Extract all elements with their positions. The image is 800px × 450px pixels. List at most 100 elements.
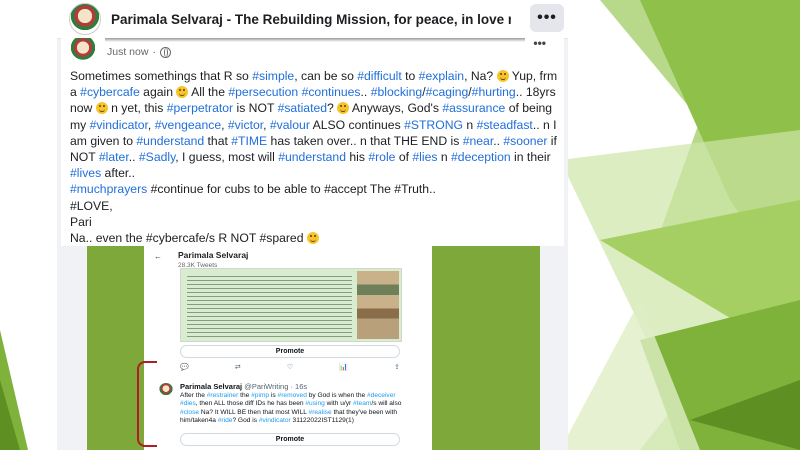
text-run: #continue for cubs to be able to #accept…: [147, 182, 436, 197]
hashtag-link[interactable]: #vindicator: [90, 118, 148, 132]
text-run: of: [395, 150, 413, 165]
hashtag-link[interactable]: #understand: [278, 150, 346, 164]
analytics-icon: 📊: [339, 364, 348, 371]
hashtag-link[interactable]: #understand: [136, 134, 204, 148]
hashtag-link[interactable]: #victor: [228, 118, 263, 132]
hashtag-link[interactable]: #vindicator: [259, 417, 291, 424]
text-run: ALSO continues: [309, 117, 405, 132]
post-text: Sometimes somethings that R so #simple , …: [70, 68, 560, 246]
post-timestamp[interactable]: Just now: [107, 46, 148, 58]
hashtag-link[interactable]: #close: [180, 409, 199, 416]
text-run: , Na?: [464, 69, 497, 83]
post-paragraph: #LOVE,: [70, 198, 560, 214]
post-paragraph: Na.. even the #cybercafe/s R NOT #spared: [70, 230, 560, 246]
hashtag-link[interactable]: #dies: [180, 400, 196, 407]
text-run: Na.. even the #cybercafe/s R NOT #spared: [70, 231, 307, 246]
hashtag-link[interactable]: #difficult: [357, 69, 402, 83]
embedded-profile-name: Parimala Selvaraj: [178, 250, 249, 260]
back-arrow-icon: ←: [154, 252, 162, 261]
hashtag-link[interactable]: #continues: [302, 85, 361, 99]
text-run: Anyways, God's: [349, 101, 443, 116]
text-run: after..: [101, 166, 136, 181]
text-run: has taken over.. n that THE END is: [267, 133, 463, 148]
hashtag-link[interactable]: #sooner: [503, 134, 547, 148]
hashtag-link[interactable]: #restrainer: [207, 392, 239, 399]
text-run: ,: [263, 117, 270, 132]
hashtag-link[interactable]: #deception: [451, 150, 511, 164]
hashtag-link[interactable]: #near: [463, 134, 494, 148]
promote-button: Promote: [180, 345, 400, 358]
hashtag-link[interactable]: #removed: [278, 392, 307, 399]
text-lines-graphic: [187, 273, 352, 337]
reply-header: Parimala Selvaraj @PariWriting · 16s: [180, 382, 307, 391]
hashtag-link[interactable]: #lies: [412, 150, 437, 164]
hashtag-link[interactable]: #hurting: [472, 85, 516, 99]
promote-button-2: Promote: [180, 433, 400, 446]
tweet-action-row: 💬 ⇄ ♡ 📊 ⇪: [180, 363, 400, 373]
post-card: ••• Just now · Sometimes somethings that…: [61, 36, 564, 246]
hashtag-link[interactable]: #Sadly: [139, 150, 175, 164]
hashtag-link[interactable]: #cybercafe: [80, 85, 140, 99]
text-run: Sometimes somethings that R so: [70, 69, 253, 83]
smiley-emoji-icon: [95, 102, 108, 115]
hashtag-link[interactable]: #ride: [218, 417, 233, 424]
hashtag-link[interactable]: #team: [353, 400, 371, 407]
page-title[interactable]: Parimala Selvaraj - The Rebuilding Missi…: [111, 12, 511, 27]
text-run: ..: [128, 150, 139, 165]
hashtag-link[interactable]: #caging: [426, 85, 469, 99]
hashtag-link[interactable]: #using: [305, 400, 324, 407]
post-author-name-clipped: [105, 38, 525, 42]
hashtag-link[interactable]: #steadfast: [477, 118, 533, 132]
hashtag-link[interactable]: #satiated: [278, 101, 327, 115]
globe-icon: [159, 46, 171, 58]
post-paragraph: Pari: [70, 214, 560, 230]
text-run: ..: [493, 133, 504, 148]
more-options-button[interactable]: •••: [530, 4, 564, 32]
hashtag-link[interactable]: #pimp: [251, 392, 269, 399]
text-run: in their: [510, 150, 551, 165]
text-run: After the: [180, 392, 207, 399]
hashtag-link[interactable]: #blocking: [371, 85, 423, 99]
post-paragraph: Sometimes somethings that R so #simple , …: [70, 68, 560, 181]
post-header-bar: Parimala Selvaraj - The Rebuilding Missi…: [57, 0, 568, 39]
text-run: ? God is: [232, 417, 259, 425]
smiley-emoji-icon: [306, 232, 319, 245]
hashtag-link[interactable]: #vengeance: [155, 118, 221, 132]
hashtag-link[interactable]: #STRONG: [404, 118, 463, 132]
post-author-avatar[interactable]: [69, 38, 97, 62]
text-run: Na? It WILL BE then that most WILL: [199, 408, 309, 416]
hashtag-link[interactable]: #explain: [419, 69, 464, 83]
text-run: ,: [221, 117, 228, 132]
hashtag-link[interactable]: #realise: [309, 409, 332, 416]
text-run: is NOT: [233, 101, 278, 116]
hashtag-link[interactable]: #valour: [270, 118, 310, 132]
text-run: Pari: [70, 214, 92, 229]
hashtag-link[interactable]: #simple: [252, 69, 294, 83]
reply-text: After the #restrainer the #pimp is #remo…: [180, 392, 408, 426]
text-run: All the: [188, 85, 229, 100]
hashtag-link[interactable]: #role: [368, 150, 395, 164]
smiley-emoji-icon: [176, 86, 189, 99]
text-run: again: [139, 85, 177, 100]
text-run: by God is when the: [306, 392, 367, 399]
reply-author: Parimala Selvaraj: [180, 382, 243, 391]
reply-icon: 💬: [180, 364, 189, 371]
text-run: n: [437, 150, 452, 165]
smiley-emoji-icon: [337, 102, 350, 115]
smiley-emoji-icon: [496, 70, 509, 82]
text-run: ,: [147, 117, 155, 132]
retweet-icon: ⇄: [234, 364, 241, 371]
hashtag-link[interactable]: #deceiver: [367, 392, 396, 399]
post-meta: Just now ·: [107, 46, 171, 58]
hashtag-link[interactable]: #assurance: [442, 101, 505, 115]
hashtag-link[interactable]: #lives: [70, 166, 101, 180]
hashtag-link[interactable]: #TIME: [231, 134, 267, 148]
hashtag-link[interactable]: #perpetrator: [167, 101, 233, 115]
profile-avatar[interactable]: [69, 3, 101, 35]
hashtag-link[interactable]: #later: [99, 150, 129, 164]
hashtag-link[interactable]: #persecution: [228, 85, 298, 99]
hashtag-link[interactable]: #muchprayers: [70, 182, 147, 196]
text-run: ..: [360, 85, 371, 100]
text-run: that: [204, 133, 232, 148]
post-more-icon[interactable]: •••: [533, 36, 546, 50]
